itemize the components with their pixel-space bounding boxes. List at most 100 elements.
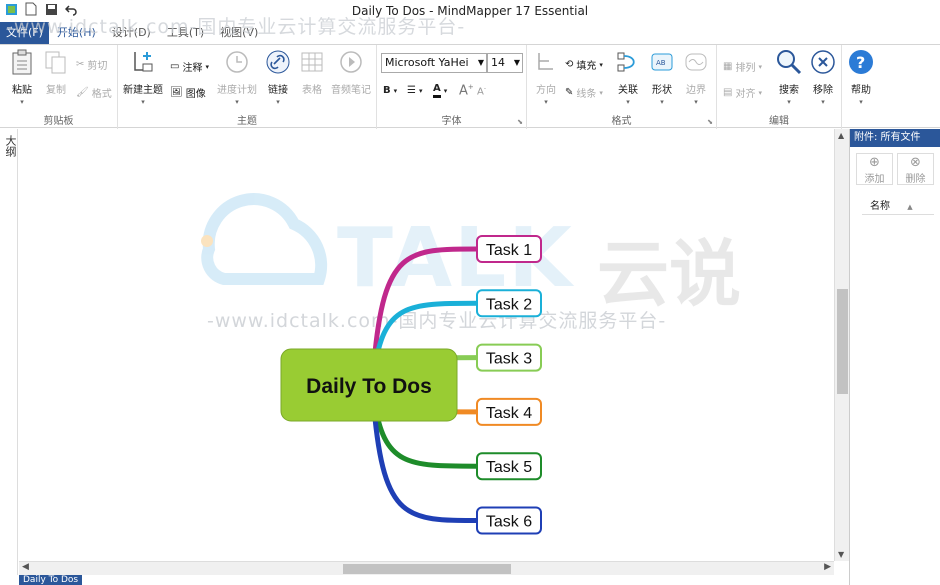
image-button[interactable]: 🖼 图像 bbox=[170, 85, 206, 100]
arrange-button[interactable]: ▦ 排列 ▾ bbox=[723, 59, 762, 74]
task-node[interactable]: Task 2 bbox=[476, 289, 542, 318]
grow-font-button[interactable]: A+ bbox=[459, 83, 474, 98]
table-button[interactable]: 表格 bbox=[292, 49, 332, 96]
boundary-label: 边界 bbox=[686, 85, 706, 96]
outline-side-tab[interactable]: 大纲 bbox=[0, 129, 18, 575]
chevron-down-icon: ▾ bbox=[393, 86, 398, 95]
image-label: 图像 bbox=[185, 89, 206, 100]
search-button[interactable]: 搜索 ▾ bbox=[771, 49, 807, 106]
central-topic-label: Daily To Dos bbox=[306, 375, 432, 398]
arrange-label: 排列 bbox=[735, 63, 756, 74]
align-text-button[interactable]: ☰ ▾ bbox=[407, 85, 422, 96]
cut-label: 剪切 bbox=[87, 61, 108, 72]
chevron-down-icon: ▾ bbox=[660, 98, 664, 106]
new-topic-button[interactable]: 新建主题 ▾ bbox=[120, 49, 166, 106]
watermark-text-top: -www.idctalk.com-国内专业云计算交流服务平台- bbox=[6, 16, 466, 38]
chevron-down-icon: ▾ bbox=[443, 86, 448, 95]
delete-attachment-button[interactable]: ⊗ 删除 bbox=[897, 153, 934, 185]
delete-circle-icon: ⊗ bbox=[910, 155, 921, 170]
chevron-down-icon: ▾ bbox=[599, 60, 603, 69]
scissors-icon: ✂ bbox=[76, 59, 85, 70]
add-attachment-button[interactable]: ⊕ 添加 bbox=[856, 153, 893, 185]
scroll-down-icon[interactable]: ▼ bbox=[838, 550, 844, 559]
align-label: 对齐 bbox=[735, 89, 756, 100]
shrink-font-icon: A- bbox=[477, 85, 487, 98]
vertical-scroll-thumb[interactable] bbox=[837, 289, 848, 394]
line-button[interactable]: ✎ 线条 ▾ bbox=[565, 85, 603, 100]
font-family-select[interactable]: Microsoft YaHei ▼ bbox=[381, 53, 487, 73]
search-icon bbox=[776, 49, 802, 75]
horizontal-scrollbar[interactable]: ◀ ▶ bbox=[19, 561, 834, 575]
align-icon: ☰ bbox=[407, 85, 416, 96]
scroll-right-icon[interactable]: ▶ bbox=[824, 562, 831, 572]
bold-button[interactable]: B ▾ bbox=[383, 85, 397, 96]
mind-map-canvas[interactable]: TALK 云说 -www.idctalk.com-国内专业云计算交流服务平台- … bbox=[19, 129, 834, 561]
dialog-launcher-icon[interactable]: ⬊ bbox=[517, 118, 523, 126]
chevron-down-icon: ▾ bbox=[599, 88, 603, 97]
task-node[interactable]: Task 4 bbox=[476, 397, 542, 426]
central-topic[interactable]: Daily To Dos bbox=[280, 348, 458, 422]
direction-button[interactable]: 方向 ▾ bbox=[527, 49, 565, 106]
remove-button[interactable]: 移除 ▾ bbox=[805, 49, 841, 106]
progress-plan-button[interactable]: 进度计划 ▾ bbox=[214, 49, 260, 106]
bold-icon: B bbox=[383, 85, 391, 96]
copy-button[interactable]: 复制 bbox=[36, 49, 76, 96]
task-node[interactable]: Task 1 bbox=[476, 235, 542, 263]
table-icon bbox=[299, 49, 325, 75]
font-color-button[interactable]: A ▾ bbox=[433, 83, 447, 98]
font-size-select[interactable]: 14 ▼ bbox=[487, 53, 523, 73]
vertical-scrollbar[interactable]: ▲ ▼ bbox=[834, 129, 849, 561]
chevron-down-icon: ▾ bbox=[141, 98, 145, 106]
document-tab[interactable]: Daily To Dos bbox=[19, 575, 83, 585]
help-label: 帮助 bbox=[851, 85, 871, 96]
note-button[interactable]: ▭ 注释 ▾ bbox=[170, 59, 209, 74]
topic-nodes: Daily To Dos Task 1 Task 2 Task 3 Task 4 Task… bbox=[280, 235, 542, 535]
arrange-icon: ▦ bbox=[723, 61, 733, 72]
brush-icon: 🖌 bbox=[76, 87, 89, 98]
fill-button[interactable]: ⟲ 填充 ▾ bbox=[565, 57, 603, 72]
task-node[interactable]: Task 3 bbox=[476, 343, 542, 372]
dialog-launcher-icon[interactable]: ⬊ bbox=[707, 118, 713, 126]
help-button[interactable]: ? 帮助 ▾ bbox=[842, 49, 880, 106]
shrink-font-button[interactable]: A- bbox=[477, 85, 486, 97]
name-column-header[interactable]: 名称 ▲ bbox=[862, 199, 934, 215]
task-node-label: Task 4 bbox=[486, 405, 532, 422]
boundary-button[interactable]: 边界 ▾ bbox=[677, 49, 715, 106]
format-painter-button[interactable]: 🖌 格式 bbox=[76, 85, 112, 100]
chevron-down-icon: ▾ bbox=[694, 98, 698, 106]
image-icon: 🖼 bbox=[170, 87, 183, 98]
chevron-down-icon: ▾ bbox=[235, 98, 239, 106]
task-node-label: Task 5 bbox=[486, 459, 532, 476]
edit-group: ▦ 排列 ▾ ▤ 对齐 ▾ 搜索 ▾ 移除 ▾ 编辑 bbox=[717, 45, 842, 129]
link-label: 链接 bbox=[268, 85, 288, 96]
task-node[interactable]: Task 5 bbox=[476, 452, 542, 481]
horizontal-scroll-thumb[interactable] bbox=[343, 564, 511, 574]
scroll-left-icon[interactable]: ◀ bbox=[22, 562, 29, 572]
scroll-up-icon[interactable]: ▲ bbox=[838, 131, 844, 140]
chevron-down-icon: ▾ bbox=[758, 88, 762, 97]
shape-label: 形状 bbox=[652, 85, 672, 96]
search-label: 搜索 bbox=[779, 85, 799, 96]
ribbon: 粘贴 ▾ 复制 ✂ 剪切 🖌 格式 剪贴板 新建主题 ▾ ▭ 注释 ▾ 🖼 图像… bbox=[0, 44, 940, 129]
edit-group-label: 编辑 bbox=[769, 116, 789, 127]
align-button[interactable]: ▤ 对齐 ▾ bbox=[723, 85, 762, 100]
copy-icon bbox=[43, 49, 69, 75]
copy-label: 复制 bbox=[46, 85, 66, 96]
chevron-down-icon: ▾ bbox=[859, 98, 863, 106]
relation-button[interactable]: 关联 ▾ bbox=[609, 49, 647, 106]
remove-icon bbox=[810, 49, 836, 75]
audio-note-button[interactable]: 音频笔记 bbox=[328, 49, 374, 96]
note-icon: ▭ bbox=[170, 61, 180, 72]
cut-button[interactable]: ✂ 剪切 bbox=[76, 57, 107, 72]
font-group: Microsoft YaHei ▼ 14 ▼ B ▾ ☰ ▾ A ▾ A+ A- 字 bbox=[377, 45, 527, 129]
chevron-down-icon: ▾ bbox=[821, 98, 825, 106]
task-node[interactable]: Task 6 bbox=[476, 506, 542, 535]
direction-label: 方向 bbox=[536, 85, 556, 96]
direction-icon bbox=[533, 49, 559, 75]
shape-button[interactable]: AB 形状 ▾ bbox=[643, 49, 681, 106]
font-size-value: 14 bbox=[491, 56, 505, 69]
chevron-down-icon: ▼ bbox=[477, 58, 484, 67]
font-family-value: Microsoft YaHei bbox=[385, 56, 469, 69]
clipboard-group: 粘贴 ▾ 复制 ✂ 剪切 🖌 格式 剪贴板 bbox=[0, 45, 118, 129]
paste-icon bbox=[9, 49, 35, 75]
